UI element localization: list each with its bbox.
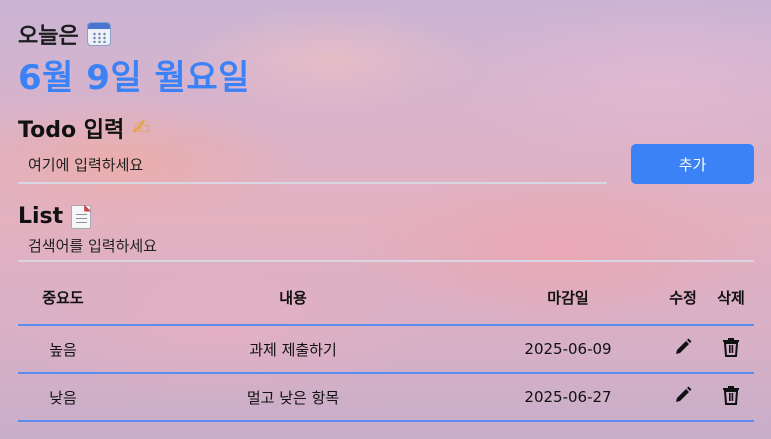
search-input[interactable] [18, 232, 754, 262]
current-date: 6월 9일 월요일 [18, 58, 250, 98]
row-due-date: 2025-06-09 [478, 325, 658, 374]
calendar-icon [86, 22, 111, 46]
list-section-title: List [18, 204, 92, 229]
today-label: 오늘은 [18, 24, 79, 49]
table-row: 높음 과제 제출하기 2025-06-09 [18, 325, 754, 374]
pencil-icon[interactable] [673, 337, 693, 361]
trash-icon[interactable] [721, 337, 741, 361]
todo-app: 오늘은 6월 9일 월요일 Todo 입력 ✍ 추가 List 중요도 내용 마… [0, 0, 771, 439]
todo-input[interactable] [18, 148, 607, 184]
column-header-edit: 수정 [658, 270, 708, 326]
edit-cell [658, 325, 708, 374]
document-icon [71, 204, 92, 229]
pencil-icon[interactable] [673, 385, 693, 409]
edit-cell [658, 373, 708, 422]
column-header-delete: 삭제 [708, 270, 754, 326]
row-priority: 높음 [18, 325, 108, 374]
delete-cell [708, 373, 754, 422]
column-header-priority: 중요도 [18, 270, 108, 326]
add-button[interactable]: 추가 [631, 144, 754, 184]
list-title-text: List [18, 204, 64, 229]
row-priority: 낮음 [18, 373, 108, 422]
column-header-content: 내용 [108, 270, 478, 326]
delete-cell [708, 325, 754, 374]
writing-hand-icon: ✍ [132, 115, 151, 141]
todo-table: 중요도 내용 마감일 수정 삭제 높음 과제 제출하기 2025-06-09 낮… [18, 270, 754, 422]
row-content: 과제 제출하기 [108, 325, 478, 374]
row-due-date: 2025-06-27 [478, 373, 658, 422]
table-row: 낮음 멀고 낮은 항목 2025-06-27 [18, 373, 754, 422]
trash-icon[interactable] [721, 385, 741, 409]
row-content: 멀고 낮은 항목 [108, 373, 478, 422]
table-header-row: 중요도 내용 마감일 수정 삭제 [18, 270, 754, 326]
todo-section-title: Todo 입력 ✍ [18, 112, 151, 144]
today-heading: 오늘은 [18, 18, 111, 50]
todo-title-text: Todo 입력 [18, 118, 125, 143]
column-header-due: 마감일 [478, 270, 658, 326]
